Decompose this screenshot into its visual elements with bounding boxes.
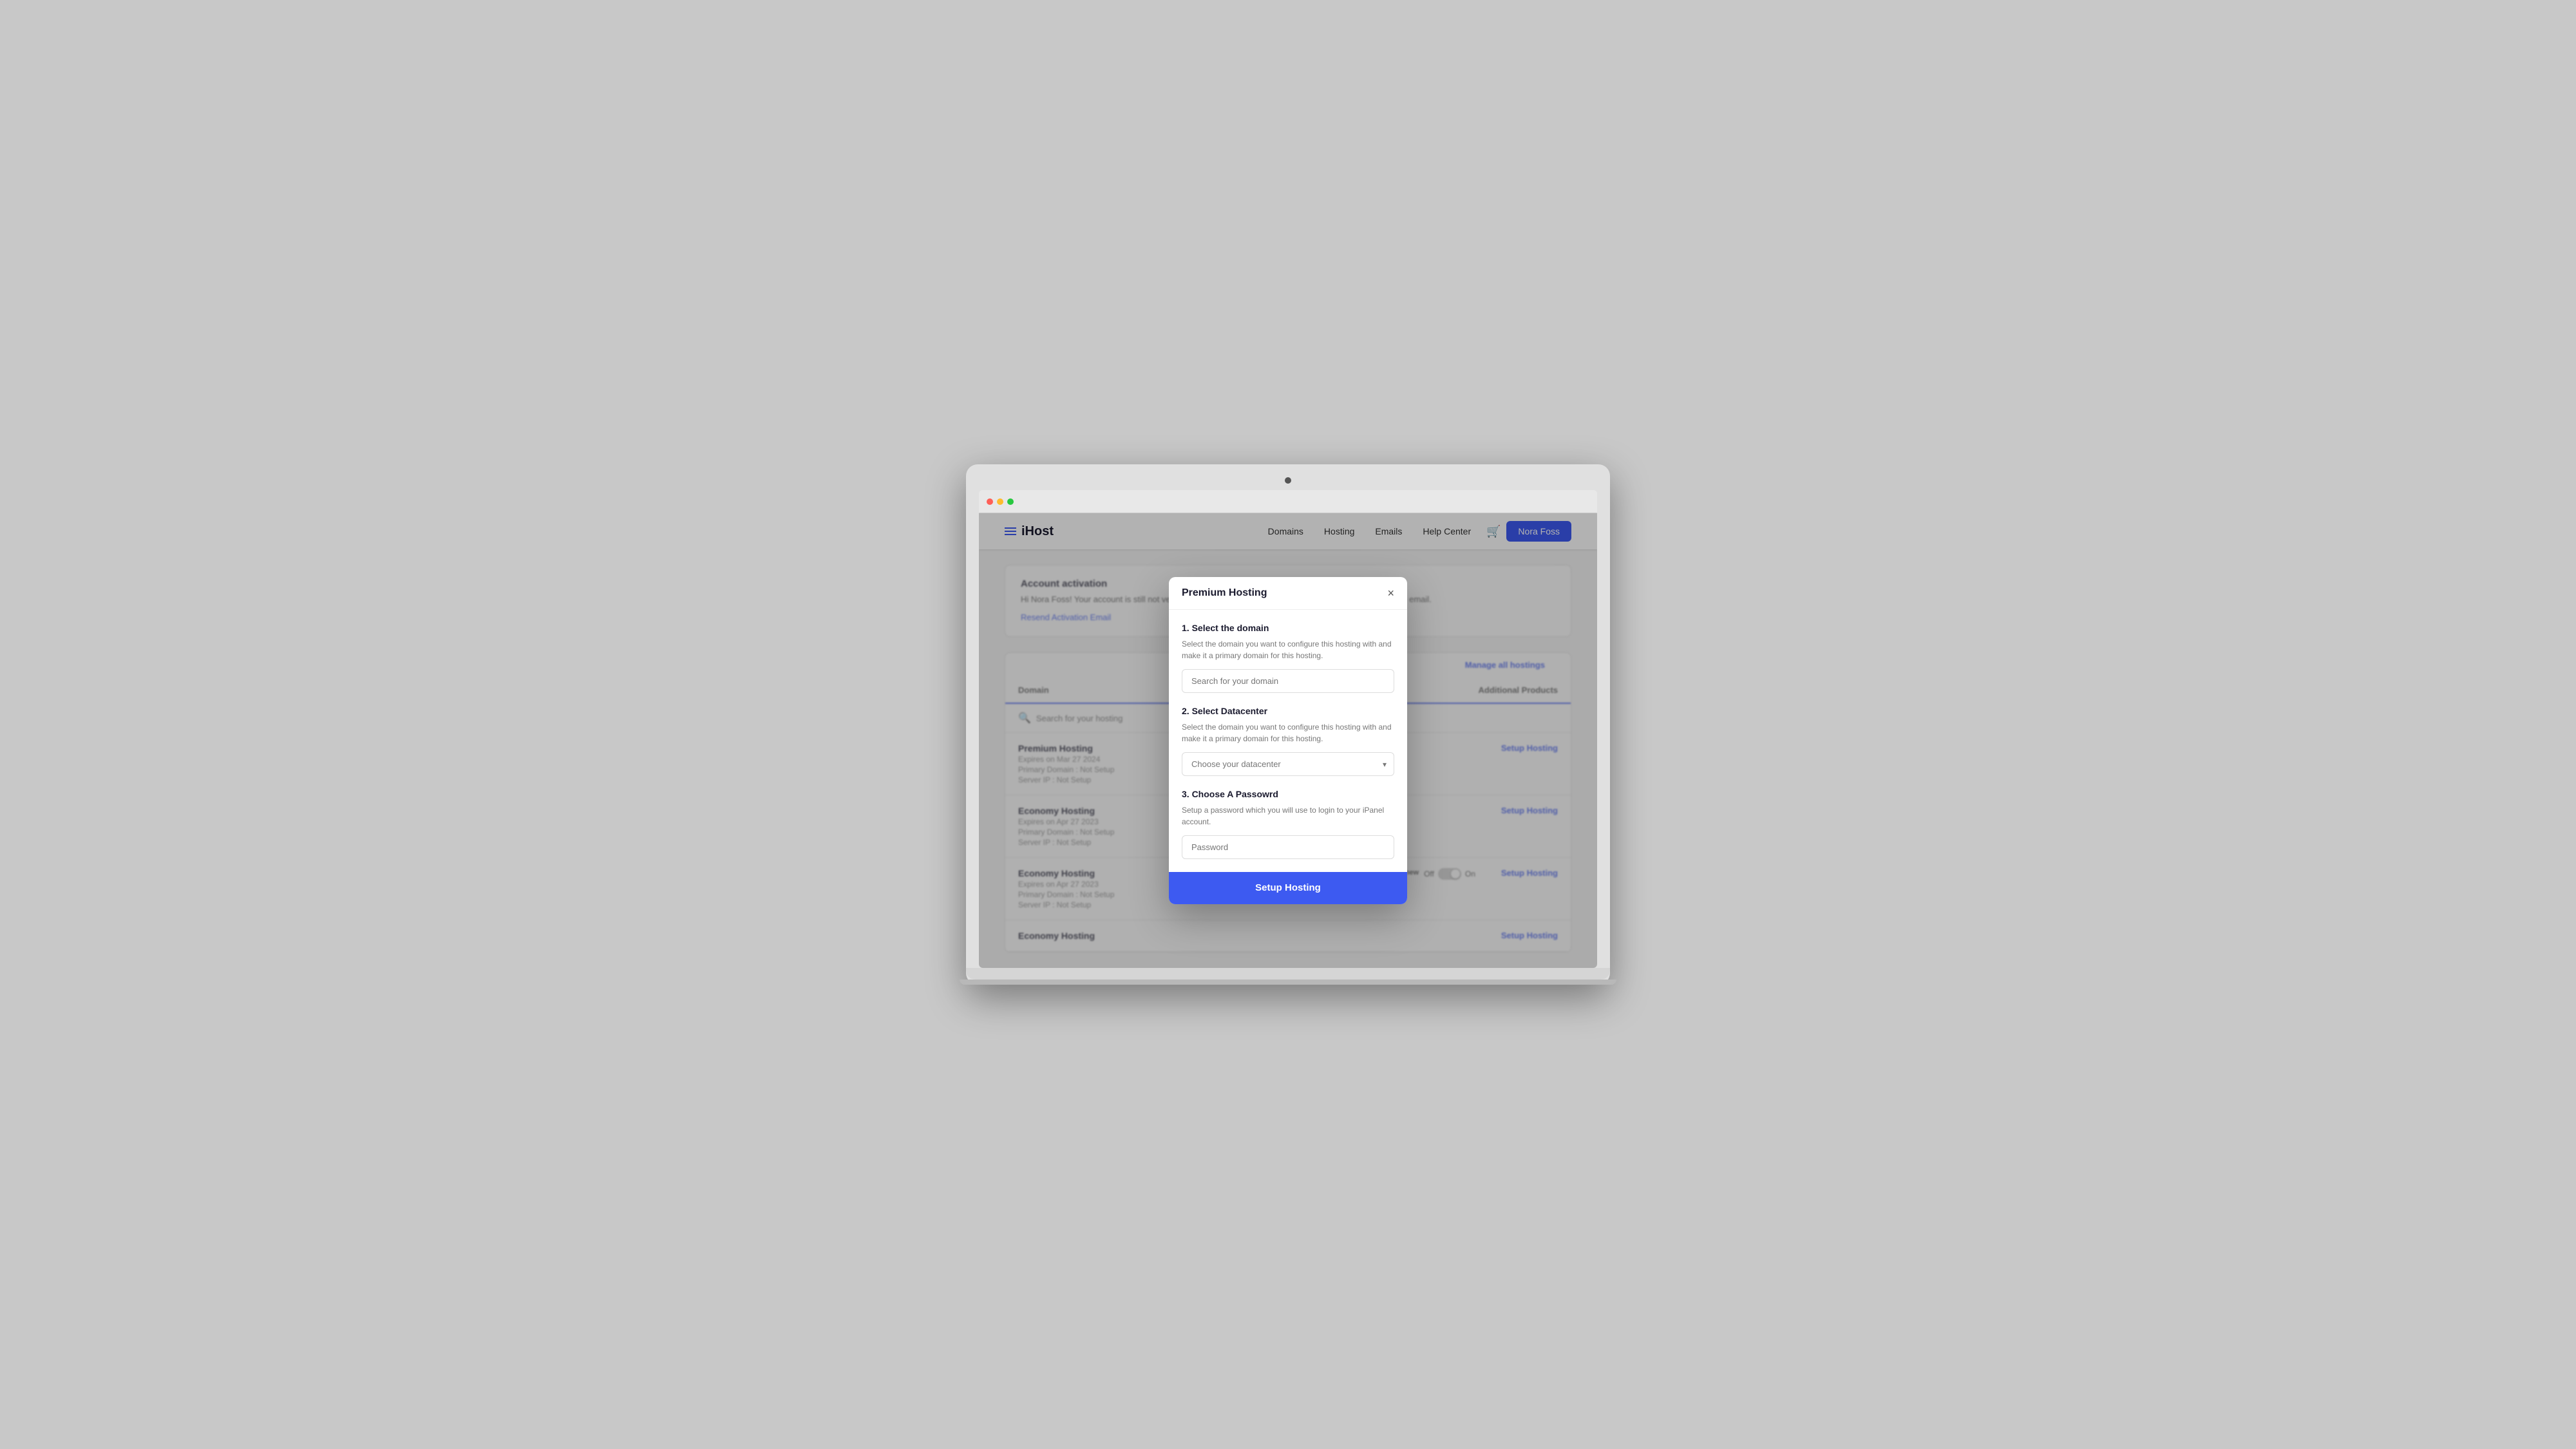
- modal-title: Premium Hosting: [1182, 587, 1267, 599]
- premium-hosting-modal: Premium Hosting × 1. Select the domain S…: [1169, 577, 1407, 904]
- laptop-screen: iHost Domains Hosting Emails Help Center…: [979, 490, 1597, 968]
- step3-description: Setup a password which you will use to l…: [1182, 804, 1394, 828]
- step2-section: 2. Select Datacenter Select the domain y…: [1182, 706, 1394, 776]
- laptop-camera: [1285, 477, 1291, 484]
- step2-description: Select the domain you want to configure …: [1182, 721, 1394, 744]
- modal-body: 1. Select the domain Select the domain y…: [1169, 610, 1407, 872]
- domain-search-input[interactable]: [1182, 669, 1394, 693]
- modal-close-button[interactable]: ×: [1387, 587, 1394, 599]
- step3-title: 3. Choose A Passowrd: [1182, 789, 1394, 799]
- laptop-frame: iHost Domains Hosting Emails Help Center…: [966, 464, 1610, 985]
- browser-minimize-dot: [997, 498, 1003, 505]
- modal-overlay: Premium Hosting × 1. Select the domain S…: [979, 513, 1597, 968]
- browser-maximize-dot: [1007, 498, 1014, 505]
- step1-section: 1. Select the domain Select the domain y…: [1182, 623, 1394, 706]
- setup-hosting-submit-button[interactable]: Setup Hosting: [1179, 882, 1397, 893]
- password-input[interactable]: [1182, 835, 1394, 859]
- step2-title: 2. Select Datacenter: [1182, 706, 1394, 716]
- laptop-bottom: [960, 980, 1616, 985]
- datacenter-select[interactable]: Choose your datacenter US East US West E…: [1182, 752, 1394, 776]
- browser-content: iHost Domains Hosting Emails Help Center…: [979, 513, 1597, 968]
- laptop-base: [966, 968, 1610, 980]
- step1-description: Select the domain you want to configure …: [1182, 638, 1394, 661]
- browser-close-dot: [987, 498, 993, 505]
- step1-title: 1. Select the domain: [1182, 623, 1394, 633]
- modal-header: Premium Hosting ×: [1169, 577, 1407, 610]
- datacenter-select-wrapper: Choose your datacenter US East US West E…: [1182, 752, 1394, 776]
- modal-footer[interactable]: Setup Hosting: [1169, 872, 1407, 904]
- browser-chrome: [979, 490, 1597, 513]
- step3-section: 3. Choose A Passowrd Setup a password wh…: [1182, 789, 1394, 859]
